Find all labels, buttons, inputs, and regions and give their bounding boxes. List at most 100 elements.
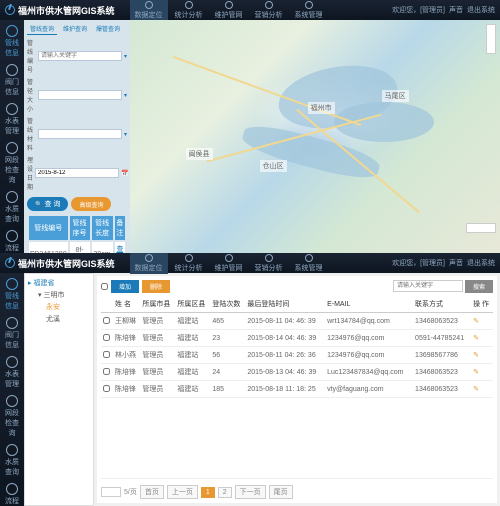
row-checkbox[interactable] <box>103 334 110 341</box>
nav-sales[interactable]: 营销分析 <box>250 0 288 21</box>
row-checkbox[interactable] <box>103 351 110 358</box>
tab-burst-query[interactable]: 爆管查询 <box>93 23 123 35</box>
search-button[interactable]: 搜索 <box>465 280 493 293</box>
chevron-down-icon[interactable]: ▾ <box>124 92 127 99</box>
page-info: 5/页 <box>124 487 137 497</box>
flow-icon <box>6 483 18 495</box>
page-first[interactable]: 首页 <box>140 485 164 499</box>
nav-system[interactable]: 系统管理 <box>290 253 328 274</box>
valve-icon <box>6 64 18 76</box>
valve-icon <box>6 317 18 329</box>
sidebar-quality[interactable]: 水质查询 <box>2 189 22 226</box>
sidebar-segment[interactable]: 网段检查询 <box>2 393 22 440</box>
tree-district[interactable]: 永安 <box>28 301 90 313</box>
chevron-down-icon[interactable]: ▾ <box>124 53 127 60</box>
sidebar-pipeline[interactable]: 管线信息 <box>2 276 22 313</box>
tree-district[interactable]: 尤溪 <box>28 313 90 325</box>
nav-data-locate[interactable]: 数据定位 <box>130 0 168 21</box>
sidebar-pipeline[interactable]: 管线信息 <box>2 23 22 60</box>
app-title: 福州市供水管网GIS系统 <box>18 257 115 270</box>
sidebar-meter[interactable]: 水表管理 <box>2 354 22 391</box>
nav-maintain[interactable]: 维护管网 <box>210 253 248 274</box>
page-prev[interactable]: 上一页 <box>167 485 198 499</box>
sidebar-segment[interactable]: 网段检查询 <box>2 140 22 187</box>
row-checkbox[interactable] <box>103 317 110 324</box>
tab-maint-query[interactable]: 维护查询 <box>60 23 90 35</box>
sidebar-valve[interactable]: 阀门信息 <box>2 315 22 352</box>
add-button[interactable]: 增加 <box>111 280 139 293</box>
map-city-label: 福州市 <box>308 102 335 114</box>
tab-pipe-query[interactable]: 管线查询 <box>27 23 57 35</box>
pipeline-icon <box>6 25 18 37</box>
stats-icon <box>185 1 193 9</box>
pipe-no-input[interactable] <box>38 51 122 61</box>
sidebar-flow[interactable]: 流程 <box>2 481 22 506</box>
sidebar-meter[interactable]: 水表管理 <box>2 101 22 138</box>
lay-date-input[interactable] <box>35 168 119 178</box>
edit-icon[interactable]: ✎ <box>473 318 479 325</box>
page-last[interactable]: 尾页 <box>269 485 293 499</box>
page-2[interactable]: 2 <box>218 487 232 498</box>
result-table: 管线编号管线序号管线长度备注 FD24612808f-092339cm查看FD2… <box>27 214 127 253</box>
select-all-checkbox[interactable] <box>101 283 108 290</box>
table-row: 王柳琳管理员福建站4652015-08-11 04: 46: 39wrt1347… <box>101 313 493 330</box>
quality-icon <box>6 191 18 203</box>
nav-data-locate[interactable]: 数据定位 <box>130 253 168 274</box>
table-row: 陈培锋管理员福建站242015-08-13 04: 46: 39Luc12348… <box>101 364 493 381</box>
nav-system[interactable]: 系统管理 <box>290 0 328 21</box>
user-panel: 增加 删除 搜索 姓 名所属市县所属区县 登陆次数最后登陆时间E-MAIL 联系… <box>97 276 497 503</box>
chevron-down-icon[interactable]: ▾ <box>124 131 127 138</box>
system-icon <box>305 254 313 262</box>
map-scale <box>466 223 496 233</box>
table-row: 林小燕管理员福建站562015-08-11 04: 26: 361234976@… <box>101 347 493 364</box>
search-button[interactable]: 🔍 查 询 <box>27 197 68 211</box>
sound-link[interactable]: 声音 <box>449 5 463 15</box>
sidebar-flow[interactable]: 流程 <box>2 228 22 253</box>
pagination: 5/页 首页 上一页 1 2 下一页 尾页 <box>101 478 493 499</box>
nav-stats[interactable]: 统计分析 <box>170 0 208 21</box>
adv-search-button[interactable]: 高级查询 <box>71 197 111 211</box>
welcome-text: 欢迎您，[管理员] <box>392 5 445 15</box>
view-link[interactable]: 查看 <box>116 246 123 253</box>
locate-icon <box>145 1 153 9</box>
logout-link[interactable]: 退出系统 <box>467 258 495 268</box>
header-right: 欢迎您，[管理员] 声音 退出系统 <box>392 5 495 15</box>
tree-root[interactable]: ▸ 福建省 <box>28 277 90 289</box>
search-input[interactable] <box>393 280 463 292</box>
page-1[interactable]: 1 <box>201 487 215 498</box>
sound-link[interactable]: 声音 <box>449 258 463 268</box>
row-checkbox[interactable] <box>103 368 110 375</box>
meter-icon <box>6 356 18 368</box>
nav-maintain[interactable]: 维护管网 <box>210 0 248 21</box>
user-table: 姓 名所属市县所属区县 登陆次数最后登陆时间E-MAIL 联系方式操 作 王柳琳… <box>101 296 493 398</box>
region-tree: ▸ 福建省 ▾ 三明市 永安 尤溪 <box>24 273 94 506</box>
nav-sales[interactable]: 营销分析 <box>250 253 288 274</box>
locate-icon <box>145 254 153 262</box>
tree-city[interactable]: ▾ 三明市 <box>28 289 90 301</box>
welcome-text: 欢迎您，[管理员] <box>392 258 445 268</box>
edit-icon[interactable]: ✎ <box>473 352 479 359</box>
row-checkbox[interactable] <box>103 385 110 392</box>
page-next[interactable]: 下一页 <box>235 485 266 499</box>
map-view[interactable]: 福州市 仓山区 闽侯县 马尾区 <box>130 20 500 253</box>
stats-icon <box>185 254 193 262</box>
app-logo-icon <box>5 258 15 268</box>
map-zoom-ctrl[interactable] <box>486 24 496 54</box>
edit-icon[interactable]: ✎ <box>473 369 479 376</box>
pipe-mat-input[interactable] <box>38 129 122 139</box>
edit-icon[interactable]: ✎ <box>473 335 479 342</box>
sidebar-quality[interactable]: 水质查询 <box>2 442 22 479</box>
logout-link[interactable]: 退出系统 <box>467 5 495 15</box>
table-row[interactable]: FD24612808f-092339cm查看 <box>29 242 125 253</box>
pipe-size-input[interactable] <box>38 90 122 100</box>
calendar-icon[interactable]: 📅 <box>121 170 128 177</box>
sidebar: 管线信息 阀门信息 水表管理 网段检查询 水质查询 流程 设备信息 设备数据 <box>0 273 24 506</box>
page-jump-input[interactable] <box>101 487 121 497</box>
app-logo-icon <box>5 5 15 15</box>
maintain-icon <box>225 1 233 9</box>
sidebar: 管线信息 阀门信息 水表管理 网段检查询 水质查询 流程 设备信息 设备数据 <box>0 20 24 253</box>
sidebar-valve[interactable]: 阀门信息 <box>2 62 22 99</box>
nav-stats[interactable]: 统计分析 <box>170 253 208 274</box>
edit-icon[interactable]: ✎ <box>473 386 479 393</box>
delete-button[interactable]: 删除 <box>142 280 170 293</box>
